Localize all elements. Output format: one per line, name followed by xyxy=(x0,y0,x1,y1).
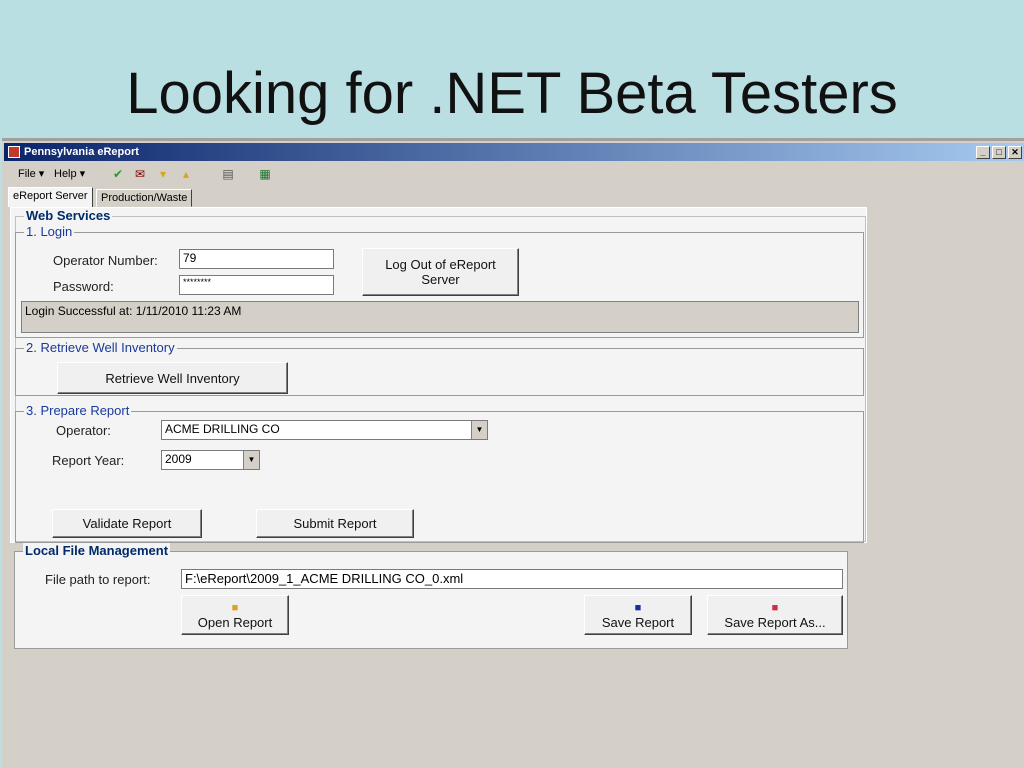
open-report-button[interactable]: ■ Open Report xyxy=(181,595,289,635)
local-file-group: Local File Management File path to repor… xyxy=(14,543,848,649)
validate-report-button[interactable]: Validate Report xyxy=(52,509,202,538)
close-button[interactable]: ✕ xyxy=(1008,146,1022,159)
folder-down-icon[interactable]: ▾ xyxy=(155,166,171,182)
prepare-group: 3. Prepare Report Operator: ACME DRILLIN… xyxy=(15,403,864,543)
open-report-label: Open Report xyxy=(197,614,273,630)
maximize-button[interactable]: □ xyxy=(992,146,1006,159)
report-year-select[interactable]: 2009 ▼ xyxy=(161,450,260,470)
tab-production-waste[interactable]: Production/Waste xyxy=(96,189,193,207)
file-path-input[interactable]: F:\eReport\2009_1_ACME DRILLING CO_0.xml xyxy=(181,569,843,589)
file-path-label: File path to report: xyxy=(45,572,151,587)
operator-select[interactable]: ACME DRILLING CO ▼ xyxy=(161,420,488,440)
local-file-legend: Local File Management xyxy=(23,543,171,558)
save-report-as-label: Save Report As... xyxy=(724,614,826,630)
save-report-label: Save Report xyxy=(601,614,675,630)
folder-icon: ■ xyxy=(231,601,239,614)
folder-up-icon[interactable]: ▴ xyxy=(178,166,194,182)
check-icon[interactable]: ✔ xyxy=(110,166,126,182)
chevron-down-icon[interactable]: ▼ xyxy=(471,421,487,439)
save-report-button[interactable]: ■ Save Report xyxy=(584,595,692,635)
window-title: Pennsylvania eReport xyxy=(24,146,139,158)
report-year-value: 2009 xyxy=(165,452,192,466)
ereport-server-panel: Web Services 1. Login Operator Number: 7… xyxy=(10,207,867,543)
retrieve-inventory-button[interactable]: Retrieve Well Inventory xyxy=(57,362,288,394)
submit-report-button[interactable]: Submit Report xyxy=(256,509,414,538)
mail-icon[interactable]: ✉ xyxy=(132,166,148,182)
minimize-button[interactable]: _ xyxy=(976,146,990,159)
document-icon[interactable]: ▤ xyxy=(220,166,236,182)
password-label: Password: xyxy=(53,279,114,294)
tab-ereport-server[interactable]: eReport Server xyxy=(8,187,93,207)
login-legend: 1. Login xyxy=(24,224,75,239)
report-year-label: Report Year: xyxy=(52,453,125,468)
logout-button-label: Log Out of eReport Server xyxy=(385,257,496,287)
operator-number-input[interactable]: 79 xyxy=(179,249,334,269)
retrieve-legend: 2. Retrieve Well Inventory xyxy=(24,340,177,355)
operator-number-label: Operator Number: xyxy=(53,253,158,268)
operator-select-value: ACME DRILLING CO xyxy=(165,422,280,436)
chevron-down-icon[interactable]: ▼ xyxy=(243,451,259,469)
retrieve-group: 2. Retrieve Well Inventory Retrieve Well… xyxy=(15,340,864,396)
excel-icon[interactable]: ▦ xyxy=(257,166,273,182)
login-group: 1. Login Operator Number: 79 Password: *… xyxy=(15,224,864,338)
title-bar: Pennsylvania eReport _ □ ✕ xyxy=(4,143,1024,161)
floppy-disk-icon: ■ xyxy=(771,601,779,614)
prepare-legend: 3. Prepare Report xyxy=(24,403,132,418)
password-input[interactable]: ******** xyxy=(179,275,334,295)
logout-button[interactable]: Log Out of eReport Server xyxy=(362,248,519,296)
floppy-disk-icon: ■ xyxy=(634,601,642,614)
menu-help[interactable]: Help ▾ xyxy=(54,167,85,180)
web-services-legend: Web Services xyxy=(24,208,113,223)
menu-bar: File ▾ Help ▾ ✔ ✉ ▾ ▴ ▤ ▦ xyxy=(4,163,1022,185)
app-window: Pennsylvania eReport _ □ ✕ File ▾ Help ▾… xyxy=(2,138,1024,768)
slide-title: Looking for .NET Beta Testers xyxy=(126,61,898,126)
save-report-as-button[interactable]: ■ Save Report As... xyxy=(707,595,843,635)
operator-label: Operator: xyxy=(56,423,111,438)
login-status: Login Successful at: 1/11/2010 11:23 AM xyxy=(21,301,859,333)
menu-file[interactable]: File ▾ xyxy=(18,167,44,180)
app-icon xyxy=(8,146,20,158)
